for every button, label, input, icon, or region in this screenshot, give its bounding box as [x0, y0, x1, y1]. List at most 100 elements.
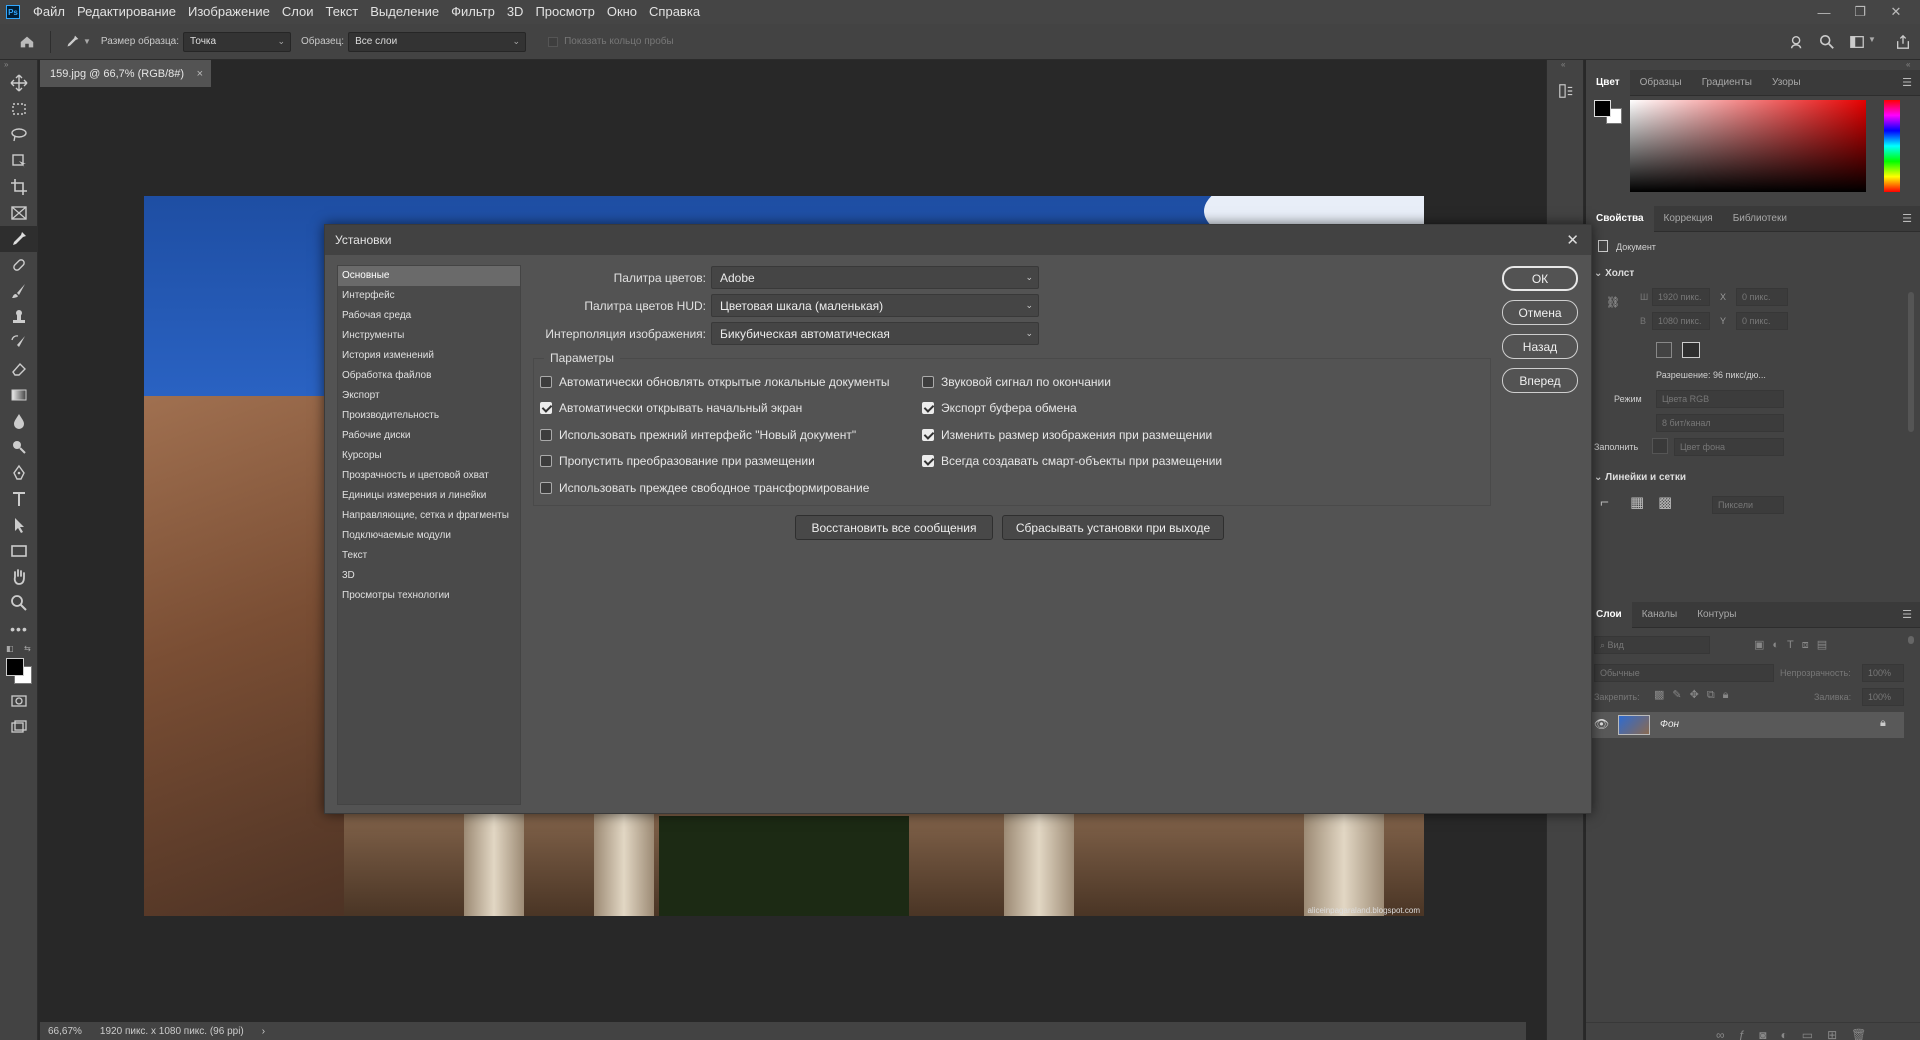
- x-field[interactable]: 0 пикс.: [1736, 288, 1788, 306]
- panel-menu-icon[interactable]: ☰: [1902, 212, 1912, 225]
- nav-type[interactable]: Текст: [338, 546, 520, 566]
- bits-select[interactable]: 8 бит/канал: [1656, 414, 1784, 432]
- nav-export[interactable]: Экспорт: [338, 386, 520, 406]
- lock-icons[interactable]: ▩✎✥⧉🔒︎: [1654, 688, 1737, 702]
- nav-3d[interactable]: 3D: [338, 566, 520, 586]
- document-tab[interactable]: 159.jpg @ 66,7% (RGB/8#) ×: [40, 60, 211, 87]
- tab-adjustments[interactable]: Коррекция: [1654, 206, 1723, 232]
- history-panel-icon[interactable]: [1557, 82, 1575, 100]
- lasso-tool-icon[interactable]: [0, 122, 38, 148]
- smart-objects-checkbox[interactable]: Всегда создавать смарт-объекты при разме…: [922, 454, 1222, 468]
- nav-workspace[interactable]: Рабочая среда: [338, 306, 520, 326]
- hue-slider[interactable]: [1884, 100, 1900, 192]
- panel-menu-icon[interactable]: ☰: [1902, 608, 1912, 621]
- nav-plugins[interactable]: Подключаемые модули: [338, 526, 520, 546]
- units-select[interactable]: Пиксели: [1712, 496, 1784, 514]
- nav-performance[interactable]: Производительность: [338, 406, 520, 426]
- quick-mask-icon[interactable]: [0, 688, 38, 714]
- menu-select[interactable]: Выделение: [364, 0, 445, 24]
- screen-mode-icon[interactable]: [0, 714, 38, 740]
- legacy-new-doc-checkbox[interactable]: Использовать прежний интерфейс "Новый до…: [540, 428, 856, 442]
- menu-3d[interactable]: 3D: [501, 0, 530, 24]
- color-field[interactable]: [1630, 100, 1866, 192]
- close-window-icon[interactable]: ✕: [1878, 0, 1914, 24]
- share-icon[interactable]: [1894, 33, 1912, 51]
- workspace-icon[interactable]: [1848, 33, 1866, 51]
- color-swatches[interactable]: ◧ ⇆: [0, 642, 37, 688]
- brush-tool-icon[interactable]: [0, 278, 38, 304]
- pen-tool-icon[interactable]: [0, 460, 38, 486]
- menu-type[interactable]: Текст: [320, 0, 365, 24]
- nav-cursors[interactable]: Курсоры: [338, 446, 520, 466]
- healing-brush-tool-icon[interactable]: [0, 252, 38, 278]
- default-colors-icon[interactable]: ◧: [6, 644, 14, 653]
- hud-picker-select[interactable]: Цветовая шкала (маленькая) ⌄: [711, 294, 1039, 317]
- height-field[interactable]: 1080 пикс.: [1652, 312, 1710, 330]
- menu-view[interactable]: Просмотр: [529, 0, 600, 24]
- tab-gradients[interactable]: Градиенты: [1692, 70, 1762, 96]
- nav-tools[interactable]: Инструменты: [338, 326, 520, 346]
- zoom-tool-icon[interactable]: [0, 590, 38, 616]
- lock-icon[interactable]: 🔒︎: [1880, 717, 1886, 730]
- next-button[interactable]: Вперед: [1502, 368, 1578, 393]
- status-arrow-icon[interactable]: ›: [262, 1026, 265, 1037]
- minimize-icon[interactable]: —: [1806, 0, 1842, 24]
- rulers-section-title[interactable]: ⌄ Линейки и сетки: [1594, 472, 1686, 483]
- interpolation-select[interactable]: Бикубическая автоматическая ⌄: [711, 322, 1039, 345]
- dodge-tool-icon[interactable]: [0, 434, 38, 460]
- chevron-down-icon[interactable]: ▼: [83, 37, 91, 46]
- foreground-color-swatch[interactable]: [1594, 100, 1611, 117]
- tab-properties[interactable]: Свойства: [1586, 205, 1654, 232]
- portrait-icon[interactable]: [1656, 342, 1672, 358]
- move-tool-icon[interactable]: [0, 70, 38, 96]
- reset-prefs-on-quit-button[interactable]: Сбрасывать установки при выходе: [1002, 515, 1224, 540]
- eyedropper-tool-icon[interactable]: [63, 33, 81, 51]
- nav-general[interactable]: Основные: [338, 266, 520, 286]
- color-picker-select[interactable]: Adobe ⌄: [711, 266, 1039, 289]
- collapse-icon[interactable]: «: [1586, 60, 1920, 70]
- fill-opacity-field[interactable]: 100%: [1862, 688, 1904, 706]
- expand-icon[interactable]: »: [0, 60, 37, 70]
- legacy-free-transform-checkbox[interactable]: Использовать преждее свободное трансформ…: [540, 481, 869, 495]
- nav-tech-previews[interactable]: Просмотры технологии: [338, 586, 520, 606]
- ok-button[interactable]: ОК: [1502, 266, 1578, 291]
- nav-file-handling[interactable]: Обработка файлов: [338, 366, 520, 386]
- nav-scratch-disks[interactable]: Рабочие диски: [338, 426, 520, 446]
- ruler-icon[interactable]: ⌐: [1600, 494, 1609, 511]
- beep-checkbox[interactable]: Звуковой сигнал по окончании: [922, 375, 1111, 389]
- gradient-tool-icon[interactable]: [0, 382, 38, 408]
- visibility-eye-icon[interactable]: 👁︎: [1594, 717, 1609, 731]
- tab-swatches[interactable]: Образцы: [1630, 70, 1692, 96]
- export-clipboard-checkbox[interactable]: Экспорт буфера обмена: [922, 401, 1077, 415]
- checkbox-box[interactable]: [922, 376, 934, 388]
- auto-update-checkbox[interactable]: Автоматически обновлять открытые локальн…: [540, 375, 889, 389]
- chevron-down-icon[interactable]: ▼: [1868, 35, 1876, 44]
- checkbox-box[interactable]: [540, 482, 552, 494]
- more-tools-icon[interactable]: •••: [0, 616, 38, 642]
- frame-tool-icon[interactable]: [0, 200, 38, 226]
- prev-button[interactable]: Назад: [1502, 334, 1578, 359]
- layer-action-icons[interactable]: ∞ƒ◙◐▭⊞🗑︎: [1716, 1028, 1880, 1040]
- sample-size-select[interactable]: Точка ⌄: [183, 31, 292, 52]
- stamp-tool-icon[interactable]: [0, 304, 38, 330]
- menu-edit[interactable]: Редактирование: [71, 0, 182, 24]
- reset-warnings-button[interactable]: Восстановить все сообщения: [795, 515, 993, 540]
- sample-select[interactable]: Все слои ⌄: [348, 31, 527, 52]
- menu-file[interactable]: Файл: [27, 0, 71, 24]
- cancel-button[interactable]: Отмена: [1502, 300, 1578, 325]
- type-tool-icon[interactable]: [0, 486, 38, 512]
- close-tab-icon[interactable]: ×: [197, 68, 203, 80]
- opacity-field[interactable]: 100%: [1862, 664, 1904, 682]
- menu-layers[interactable]: Слои: [276, 0, 320, 24]
- y-field[interactable]: 0 пикс.: [1736, 312, 1788, 330]
- search-people-icon[interactable]: [1788, 33, 1806, 51]
- tab-libraries[interactable]: Библиотеки: [1723, 206, 1797, 232]
- menu-filter[interactable]: Фильтр: [445, 0, 501, 24]
- checkbox-box[interactable]: [540, 429, 552, 441]
- fill-select[interactable]: Цвет фона: [1674, 438, 1784, 456]
- checkbox-box[interactable]: [922, 455, 934, 467]
- show-home-screen-checkbox[interactable]: Автоматически открывать начальный экран: [540, 401, 802, 415]
- crop-tool-icon[interactable]: [0, 174, 38, 200]
- mode-select[interactable]: Цвета RGB: [1656, 390, 1784, 408]
- checkbox-box[interactable]: [540, 455, 552, 467]
